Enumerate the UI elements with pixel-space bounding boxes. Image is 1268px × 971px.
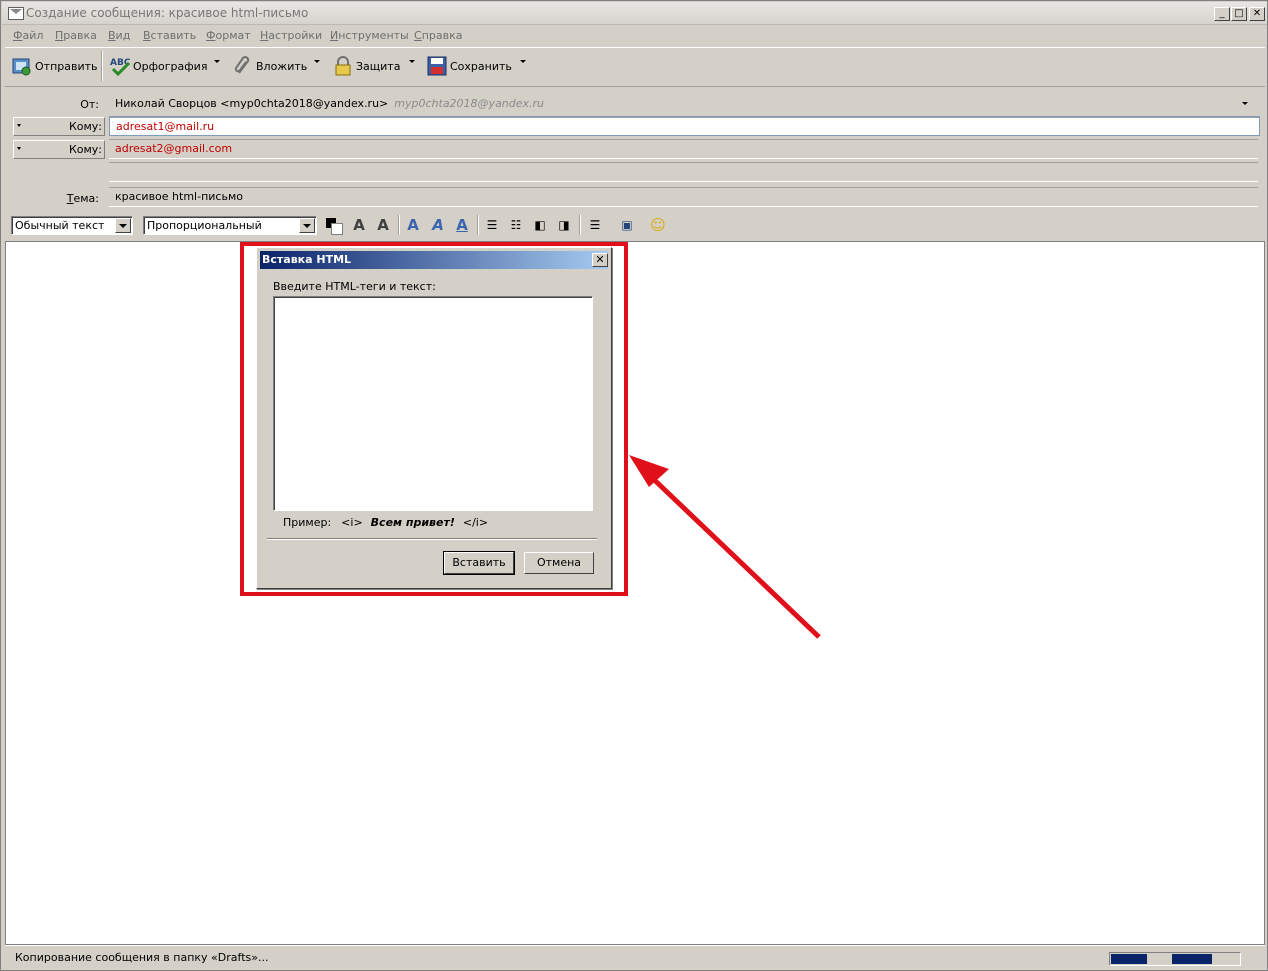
- from-value: Николай Сворцов <myp0chta2018@yandex.ru>: [115, 97, 389, 110]
- to-field-empty[interactable]: [109, 162, 1258, 182]
- highlight-box: [240, 242, 628, 596]
- to-field-1[interactable]: adresat1@mail.ru: [109, 116, 1260, 136]
- bold-icon[interactable]: A: [403, 215, 423, 235]
- status-bar: Копирование сообщения в папку «Drafts»..…: [5, 945, 1265, 968]
- smiley-icon[interactable]: ☺: [648, 215, 668, 235]
- from-dropdown-icon[interactable]: [1242, 102, 1248, 105]
- paragraph-style-select[interactable]: Обычный текст: [11, 216, 133, 235]
- format-separator: [477, 215, 479, 235]
- chevron-down-icon: [17, 147, 21, 150]
- spelling-dropdown-icon[interactable]: [214, 60, 220, 63]
- subject-label: Тема:: [66, 192, 99, 205]
- spelling-button[interactable]: ABC Орфография: [109, 54, 207, 78]
- chevron-down-icon: [115, 218, 131, 233]
- bullet-list-icon[interactable]: ☰: [482, 215, 502, 235]
- paperclip-icon: [234, 56, 250, 74]
- menu-file[interactable]: Файл: [13, 29, 43, 42]
- attach-button[interactable]: Вложить: [232, 54, 308, 78]
- send-button[interactable]: Отправить: [11, 54, 103, 78]
- recipient-1: adresat1@mail.ru: [116, 120, 215, 133]
- menu-edit[interactable]: Правка: [55, 29, 97, 42]
- menu-tools[interactable]: Инструменты: [330, 29, 409, 42]
- recipient-type-select[interactable]: Кому:: [13, 117, 105, 136]
- subject-value: красивое html-письмо: [115, 190, 243, 203]
- annotation-arrow: [629, 455, 821, 639]
- font-select[interactable]: Пропорциональный: [143, 216, 317, 235]
- floppy-disk-icon: [427, 56, 447, 76]
- from-alt-address: myp0chta2018@yandex.ru: [394, 97, 545, 110]
- menu-insert[interactable]: Вставить: [143, 29, 196, 42]
- menu-help[interactable]: Справка: [414, 29, 462, 42]
- numbered-list-icon[interactable]: ☷: [506, 215, 526, 235]
- send-icon: [12, 58, 31, 76]
- insert-image-icon[interactable]: ▣: [617, 215, 637, 235]
- subject-field[interactable]: красивое html-письмо: [109, 187, 1258, 207]
- attach-dropdown-icon[interactable]: [314, 60, 320, 63]
- chevron-down-icon: [299, 218, 315, 233]
- menu-format[interactable]: Формат: [206, 29, 251, 42]
- minimize-button[interactable]: _: [1214, 7, 1230, 21]
- align-icon[interactable]: ☰: [585, 215, 605, 235]
- recipient-type-select[interactable]: Кому:: [13, 140, 105, 159]
- lock-icon: [335, 56, 351, 76]
- underline-icon[interactable]: A: [452, 215, 472, 235]
- format-toolbar: Обычный текст Пропорциональный A A A A A…: [5, 211, 1265, 239]
- spellcheck-icon: ABC: [110, 58, 131, 77]
- italic-icon[interactable]: A: [428, 215, 448, 235]
- from-label: От:: [80, 98, 99, 111]
- larger-font-icon[interactable]: A: [373, 215, 393, 235]
- toolbar-separator: [101, 51, 103, 81]
- security-button[interactable]: Защита: [332, 54, 404, 78]
- save-button[interactable]: Сохранить: [426, 54, 516, 78]
- smaller-font-icon[interactable]: A: [349, 215, 369, 235]
- menu-view[interactable]: Вид: [108, 29, 130, 42]
- progress-block: [1172, 954, 1212, 964]
- outdent-icon[interactable]: ◧: [530, 215, 550, 235]
- chevron-down-icon: [17, 124, 21, 127]
- envelope-icon: [8, 7, 24, 20]
- menu-settings[interactable]: Настройки: [260, 29, 322, 42]
- status-text: Копирование сообщения в папку «Drafts»..…: [15, 951, 269, 964]
- from-field[interactable]: Николай Сворцов <myp0chta2018@yandex.ru>…: [109, 94, 1258, 113]
- format-separator: [579, 215, 581, 235]
- menu-bar: Файл Правка Вид Вставить Формат Настройк…: [2, 27, 1267, 45]
- to-field-2[interactable]: adresat2@gmail.com: [109, 139, 1258, 159]
- maximize-button[interactable]: □: [1231, 7, 1247, 21]
- text-color-icon[interactable]: [323, 215, 343, 235]
- window-title: Создание сообщения: красивое html-письмо: [26, 6, 309, 20]
- progress-bar: [1109, 952, 1241, 966]
- close-button[interactable]: ✕: [1249, 7, 1265, 21]
- progress-block: [1111, 954, 1147, 964]
- recipient-2: adresat2@gmail.com: [115, 142, 233, 155]
- security-dropdown-icon[interactable]: [409, 60, 415, 63]
- save-dropdown-icon[interactable]: [520, 60, 526, 63]
- main-toolbar: Отправить ABC Орфография Вложить Защита: [5, 47, 1265, 87]
- indent-icon[interactable]: ◨: [554, 215, 574, 235]
- title-bar: Создание сообщения: красивое html-письмо…: [2, 2, 1267, 25]
- compose-window: Создание сообщения: красивое html-письмо…: [0, 0, 1268, 971]
- message-headers: От: Николай Сворцов <myp0chta2018@yandex…: [5, 89, 1265, 211]
- format-separator: [398, 215, 400, 235]
